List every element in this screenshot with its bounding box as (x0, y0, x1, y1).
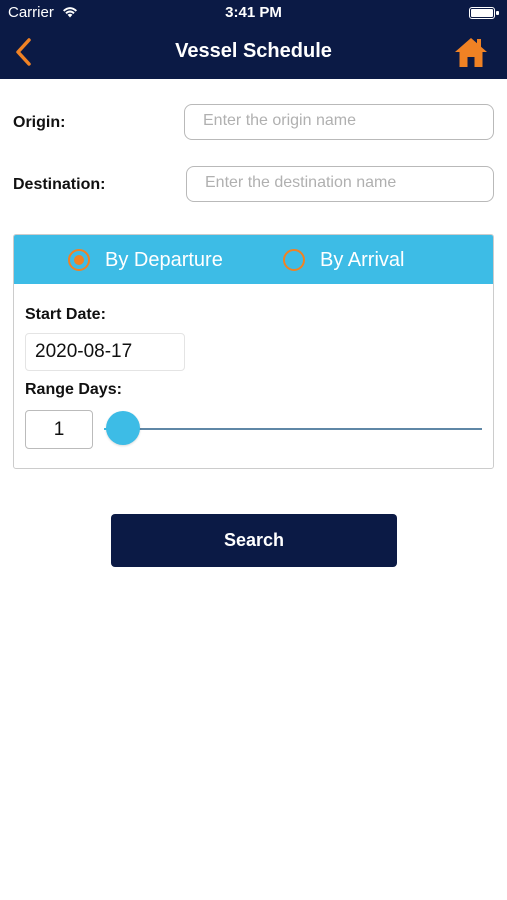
battery-icon (469, 7, 499, 19)
destination-label: Destination: (13, 176, 106, 193)
range-days-slider-thumb[interactable] (106, 411, 140, 445)
origin-label: Origin: (13, 114, 66, 131)
start-date-field[interactable]: 2020-08-17 (25, 333, 185, 371)
status-bar: Carrier 3:41 PM (0, 4, 507, 24)
start-date-label: Start Date: (25, 306, 106, 323)
search-button[interactable]: Search (111, 514, 397, 567)
radio-by-arrival[interactable]: By Arrival (283, 248, 404, 272)
status-time: 3:41 PM (225, 4, 282, 21)
range-days-slider-track[interactable] (104, 428, 482, 430)
radio-by-departure[interactable]: By Departure (68, 248, 223, 272)
destination-input[interactable]: Enter the destination name (186, 166, 494, 202)
nav-header: Carrier 3:41 PM Vessel Schedule (0, 0, 507, 79)
range-days-field[interactable]: 1 (25, 410, 93, 449)
radio-by-departure-label: By Departure (105, 248, 223, 271)
search-mode-bar: By Departure By Arrival (14, 235, 493, 284)
radio-unselected-icon (283, 249, 305, 271)
radio-by-arrival-label: By Arrival (320, 248, 405, 271)
home-icon[interactable] (453, 34, 489, 70)
search-options-card: By Departure By Arrival Start Date: 2020… (13, 234, 494, 469)
range-days-label: Range Days: (25, 381, 122, 398)
origin-input[interactable]: Enter the origin name (184, 104, 494, 140)
radio-selected-icon (68, 249, 90, 271)
page-title: Vessel Schedule (175, 40, 332, 62)
